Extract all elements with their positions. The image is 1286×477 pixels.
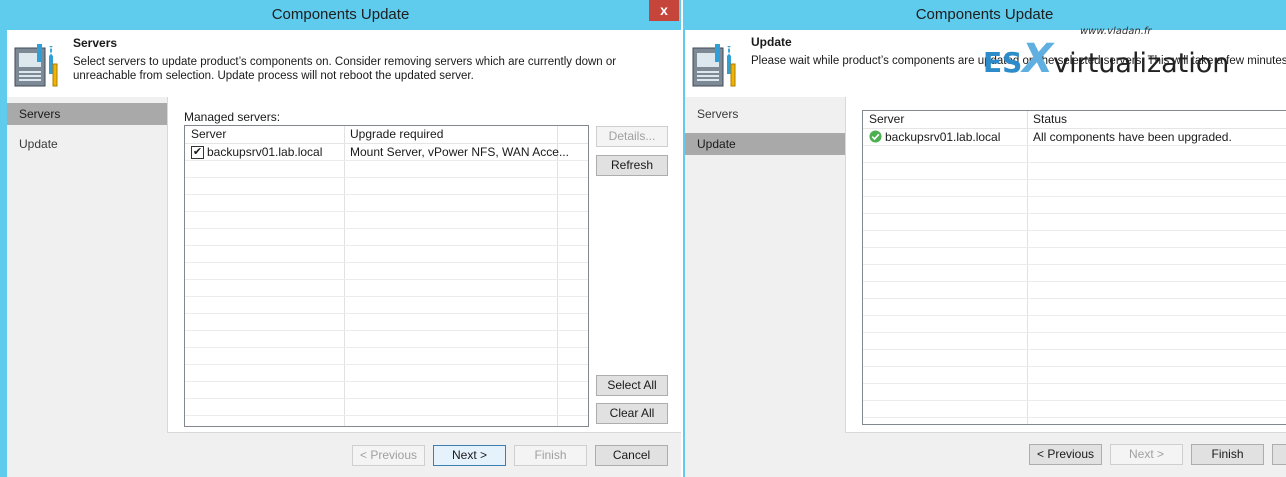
wizard-steps-nav: Servers Update <box>685 103 845 433</box>
server-name-cell: backupsrv01.lab.local <box>885 130 1001 144</box>
dialog-client-area: Update Please wait while product’s compo… <box>685 30 1286 477</box>
server-checkbox[interactable]: ✔ <box>191 146 204 159</box>
grid-header: Server Upgrade required <box>185 126 588 144</box>
managed-servers-label: Managed servers: <box>184 110 281 124</box>
header-description: Please wait while product’s components a… <box>751 55 1286 67</box>
close-button[interactable]: x <box>649 0 679 21</box>
server-tools-icon <box>14 44 58 87</box>
upgrade-required-cell: Mount Server, vPower NFS, WAN Acce... <box>350 145 569 159</box>
wizard-header: Update Please wait while product’s compo… <box>685 30 1286 97</box>
cancel-button-partial[interactable] <box>1272 444 1286 465</box>
clear-all-button[interactable]: Clear All <box>596 403 668 424</box>
left-dialog-window: Components Update x Servers Select serve… <box>0 0 681 477</box>
main-content-pane: Server Status backupsrv01.lab.local All … <box>845 97 1286 433</box>
details-button[interactable]: Details... <box>596 126 668 147</box>
column-header-status[interactable]: Status <box>1033 112 1067 126</box>
next-button[interactable]: Next > <box>433 445 506 466</box>
nav-item-update[interactable]: Update <box>7 133 167 155</box>
next-button[interactable]: Next > <box>1110 444 1183 465</box>
header-title: Servers <box>73 36 118 50</box>
managed-servers-grid[interactable]: Server Upgrade required ✔ backupsrv01.la… <box>184 125 589 427</box>
column-header-server[interactable]: Server <box>191 127 226 141</box>
header-title: Update <box>751 35 792 49</box>
main-content-pane: Managed servers: Server Upgrade required… <box>167 97 681 433</box>
wizard-header: Servers Select servers to update product… <box>7 30 681 97</box>
column-header-server[interactable]: Server <box>869 112 904 126</box>
cancel-button[interactable]: Cancel <box>595 445 668 466</box>
nav-item-servers[interactable]: Servers <box>685 103 845 125</box>
server-tools-icon <box>692 44 736 87</box>
previous-button[interactable]: < Previous <box>1029 444 1102 465</box>
wizard-steps-nav: Servers Update <box>7 103 167 433</box>
update-status-grid[interactable]: Server Status backupsrv01.lab.local All … <box>862 110 1286 425</box>
window-title: Components Update <box>915 6 1054 23</box>
right-dialog-window: Components Update Update Please wait whi… <box>683 0 1286 477</box>
server-name-cell: backupsrv01.lab.local <box>207 145 323 159</box>
previous-button[interactable]: < Previous <box>352 445 425 466</box>
status-cell: All components have been upgraded. <box>1033 130 1232 144</box>
nav-item-update[interactable]: Update <box>685 133 845 155</box>
finish-button[interactable]: Finish <box>514 445 587 466</box>
success-check-icon <box>869 130 882 143</box>
table-row[interactable]: backupsrv01.lab.local All components hav… <box>863 129 1286 146</box>
select-all-button[interactable]: Select All <box>596 375 668 396</box>
window-title: Components Update <box>271 6 410 23</box>
header-description: Select servers to update product’s compo… <box>73 56 617 82</box>
dialog-client-area: Servers Select servers to update product… <box>7 30 681 477</box>
refresh-button[interactable]: Refresh <box>596 155 668 176</box>
column-header-upgrade-required[interactable]: Upgrade required <box>350 127 443 141</box>
finish-button[interactable]: Finish <box>1191 444 1264 465</box>
table-row[interactable]: ✔ backupsrv01.lab.local Mount Server, vP… <box>185 144 588 161</box>
grid-header: Server Status <box>863 111 1286 129</box>
nav-item-servers[interactable]: Servers <box>7 103 167 125</box>
